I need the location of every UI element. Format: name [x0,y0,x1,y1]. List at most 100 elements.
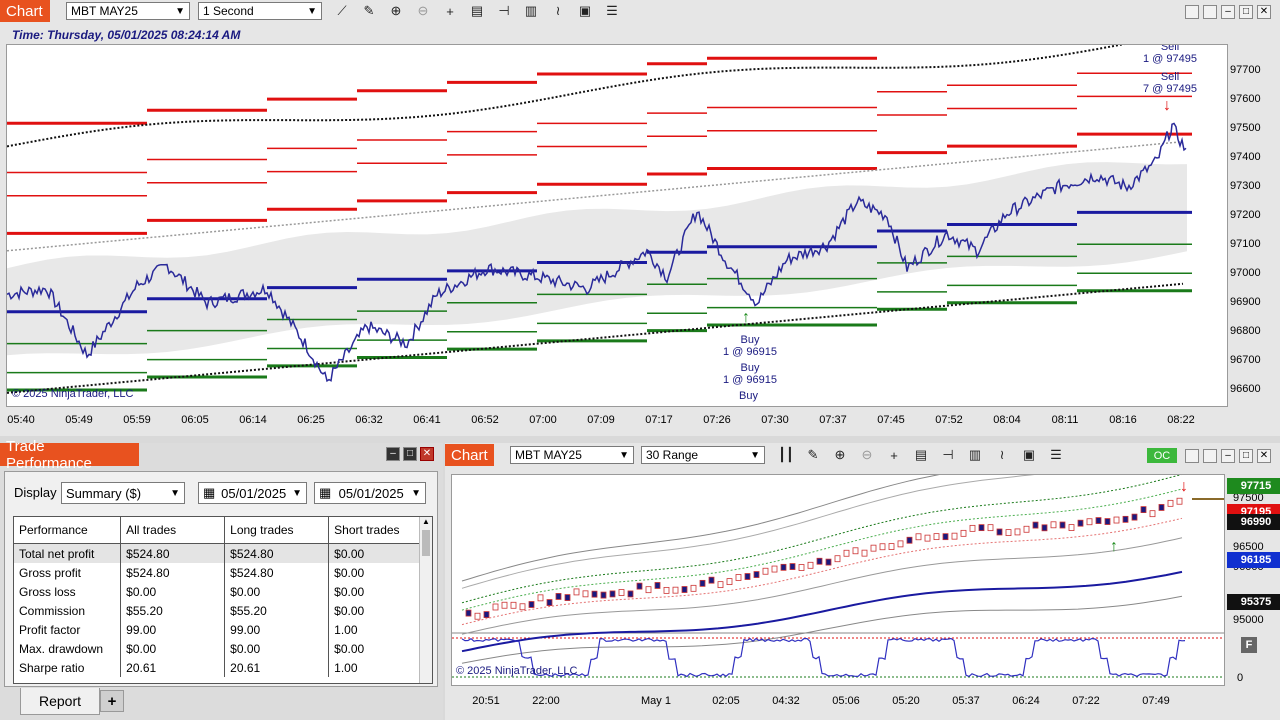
list-icon[interactable]: ☰ [1047,446,1065,464]
add-tab-label: + [107,692,117,710]
chevron-down-icon: ▼ [411,487,421,499]
top-chart-plot[interactable]: © 2025 NinjaTrader, LLC Sell 1 @ 97495 S… [6,44,1228,407]
buy-marker-2: Buy 1 @ 96915 [723,362,777,386]
maximize-icon[interactable]: □ [1239,449,1253,463]
properties-icon[interactable]: ▣ [576,2,594,20]
bottom-chart-plot[interactable]: ↓ ↑ © 2025 NinjaTrader, LLC [451,474,1225,686]
close-icon[interactable]: ✕ [1257,5,1271,19]
maximize-icon[interactable]: □ [1239,5,1253,19]
top-price-axis[interactable]: 97700 97600 97500 97400 97300 97200 97100 97000… [1230,44,1280,407]
bottom-price-axis[interactable]: 9750096500960009500097715971959699096185… [1227,474,1280,686]
add-tab-button[interactable]: + [100,690,124,712]
candle [861,549,868,557]
scroll-up-icon[interactable]: ▲ [420,517,432,526]
display-select[interactable]: Summary ($) ▼ [61,482,185,504]
top-time-axis[interactable]: 05:40 05:49 05:59 06:05 06:14 06:25 06:32 06:41… [6,410,1228,432]
price-axis-label: 95000 [1233,614,1264,626]
candle [852,547,859,555]
data-box-icon[interactable]: ▤ [468,2,486,20]
candle [618,589,625,596]
zoom-in-icon[interactable]: ⊕ [831,446,849,464]
close-icon[interactable]: ✕ [420,447,434,461]
line-chart-icon[interactable]: ⟋ [333,2,351,20]
candle [915,533,922,541]
panel-f-button[interactable]: F [1241,637,1257,653]
bottom-chart-tab[interactable]: Chart [445,444,494,466]
minimize-icon[interactable]: – [1221,5,1235,19]
drawing-tools-icon[interactable]: ⊣ [495,2,513,20]
minimize-icon[interactable]: – [386,447,400,461]
sell-marker-2: Sell 7 @ 97495 [1143,71,1197,95]
upper-dotted-envelope [7,45,1125,148]
table-cell: 1.00 [328,658,432,677]
indicators-icon[interactable]: ▥ [966,446,984,464]
candle [816,557,823,565]
calendar-icon: ▦ [319,485,332,500]
maximize-icon[interactable]: □ [403,447,417,461]
minimize-icon[interactable]: – [1221,449,1235,463]
bollinger-band [461,570,1183,653]
price-axis-label: 97400 [1230,151,1261,163]
report-tab[interactable]: Report [20,688,100,715]
candle [1104,518,1111,525]
tile-icon[interactable] [1185,449,1199,463]
bottom-interval-select[interactable]: 30 Range ▼ [641,446,765,464]
tile2-icon[interactable] [1203,449,1217,463]
to-date-picker[interactable]: ▦ 05/01/2025 ▼ [314,482,426,504]
column-header[interactable]: Short trades [328,517,432,544]
candle [978,524,985,532]
crosshair-icon[interactable]: + [885,446,903,464]
tile2-icon[interactable] [1203,5,1217,19]
zoom-out-icon[interactable]: ⊖ [858,446,876,464]
table-cell: 20.61 [224,658,330,677]
top-interval-select[interactable]: 1 Second ▼ [198,2,322,20]
strategy-icon[interactable]: ≀ [993,446,1011,464]
table-cell: $0.00 [328,639,432,658]
from-date-value: 05/01/2025 [221,485,287,501]
price-axis-label: 97300 [1230,180,1261,192]
oc-badge[interactable]: OC [1147,448,1177,463]
candle [951,532,958,540]
zoom-in-icon[interactable]: ⊕ [387,2,405,20]
column-header[interactable]: All trades [120,517,226,544]
table-row[interactable]: Total net profit $524.80 $524.80 $0.00 [14,543,432,563]
table-cell: $0.00 [120,582,226,601]
bar-chart-icon[interactable]: ┃┃ [777,446,795,464]
table-row[interactable]: Max. drawdown $0.00 $0.00 $0.00 [14,639,432,658]
bottom-time-axis[interactable]: 20:51 22:00 May 1 02:05 04:32 05:06 05:20 05:37… [451,691,1225,713]
table-row[interactable]: Profit factor 99.00 99.00 1.00 [14,620,432,639]
column-header[interactable]: Long trades [224,517,330,544]
table-cell: 20.61 [120,658,226,677]
drawing-tools-icon[interactable]: ⊣ [939,446,957,464]
from-date-picker[interactable]: ▦ 05/01/2025 ▼ [198,482,307,504]
tp-content: Display Summary ($) ▼ ▦ 05/01/2025 ▼ ▦ 05/01… [4,471,438,687]
column-header[interactable]: Performance [14,517,122,544]
strategy-icon[interactable]: ≀ [549,2,567,20]
properties-icon[interactable]: ▣ [1020,446,1038,464]
table-row[interactable]: Gross profit $524.80 $524.80 $0.00 [14,563,432,582]
trade-performance-tab[interactable]: Trade Performance [0,438,139,472]
candle [888,543,895,550]
table-scrollbar[interactable]: ▲ [419,517,432,683]
sell2-label: Sell [1160,71,1180,83]
indicators-icon[interactable]: ▥ [522,2,540,20]
data-box-icon[interactable]: ▤ [912,446,930,464]
zoom-out-icon[interactable]: ⊖ [414,2,432,20]
crosshair-icon[interactable]: + [441,2,459,20]
table-row[interactable]: Sharpe ratio 20.61 20.61 1.00 [14,658,432,677]
bottom-instrument-select[interactable]: MBT MAY25 ▼ [510,446,634,464]
pencil-icon[interactable]: ✎ [804,446,822,464]
pencil-icon[interactable]: ✎ [360,2,378,20]
price-flag: 96990 [1227,514,1280,530]
table-row[interactable]: Commission $55.20 $55.20 $0.00 [14,601,432,620]
list-icon[interactable]: ☰ [603,2,621,20]
table-row[interactable]: Gross loss $0.00 $0.00 $0.00 [14,582,432,601]
top-instrument-select[interactable]: MBT MAY25 ▼ [66,2,190,20]
tile-icon[interactable] [1185,5,1199,19]
sell2-detail: 7 @ 97495 [1143,83,1197,95]
top-chart-tab[interactable]: Chart [0,0,50,22]
candle [798,564,805,571]
close-icon[interactable]: ✕ [1257,449,1271,463]
scroll-thumb[interactable] [422,530,430,556]
table-cell: 1.00 [328,620,432,639]
